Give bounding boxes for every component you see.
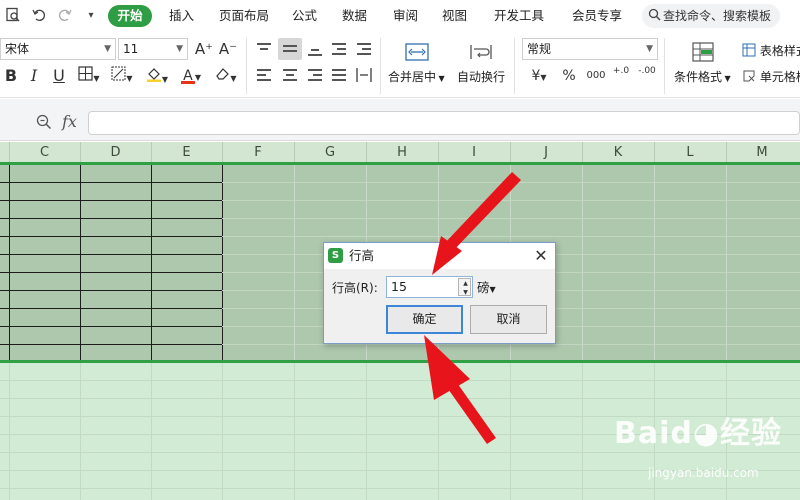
watermark-url: jingyan.baidu.com [648, 466, 759, 480]
arrow-to-ok-annotation [424, 335, 496, 444]
arrow-to-input-annotation [432, 172, 521, 275]
baidu-jingyan-logo: Baid◕经验 [614, 416, 783, 451]
